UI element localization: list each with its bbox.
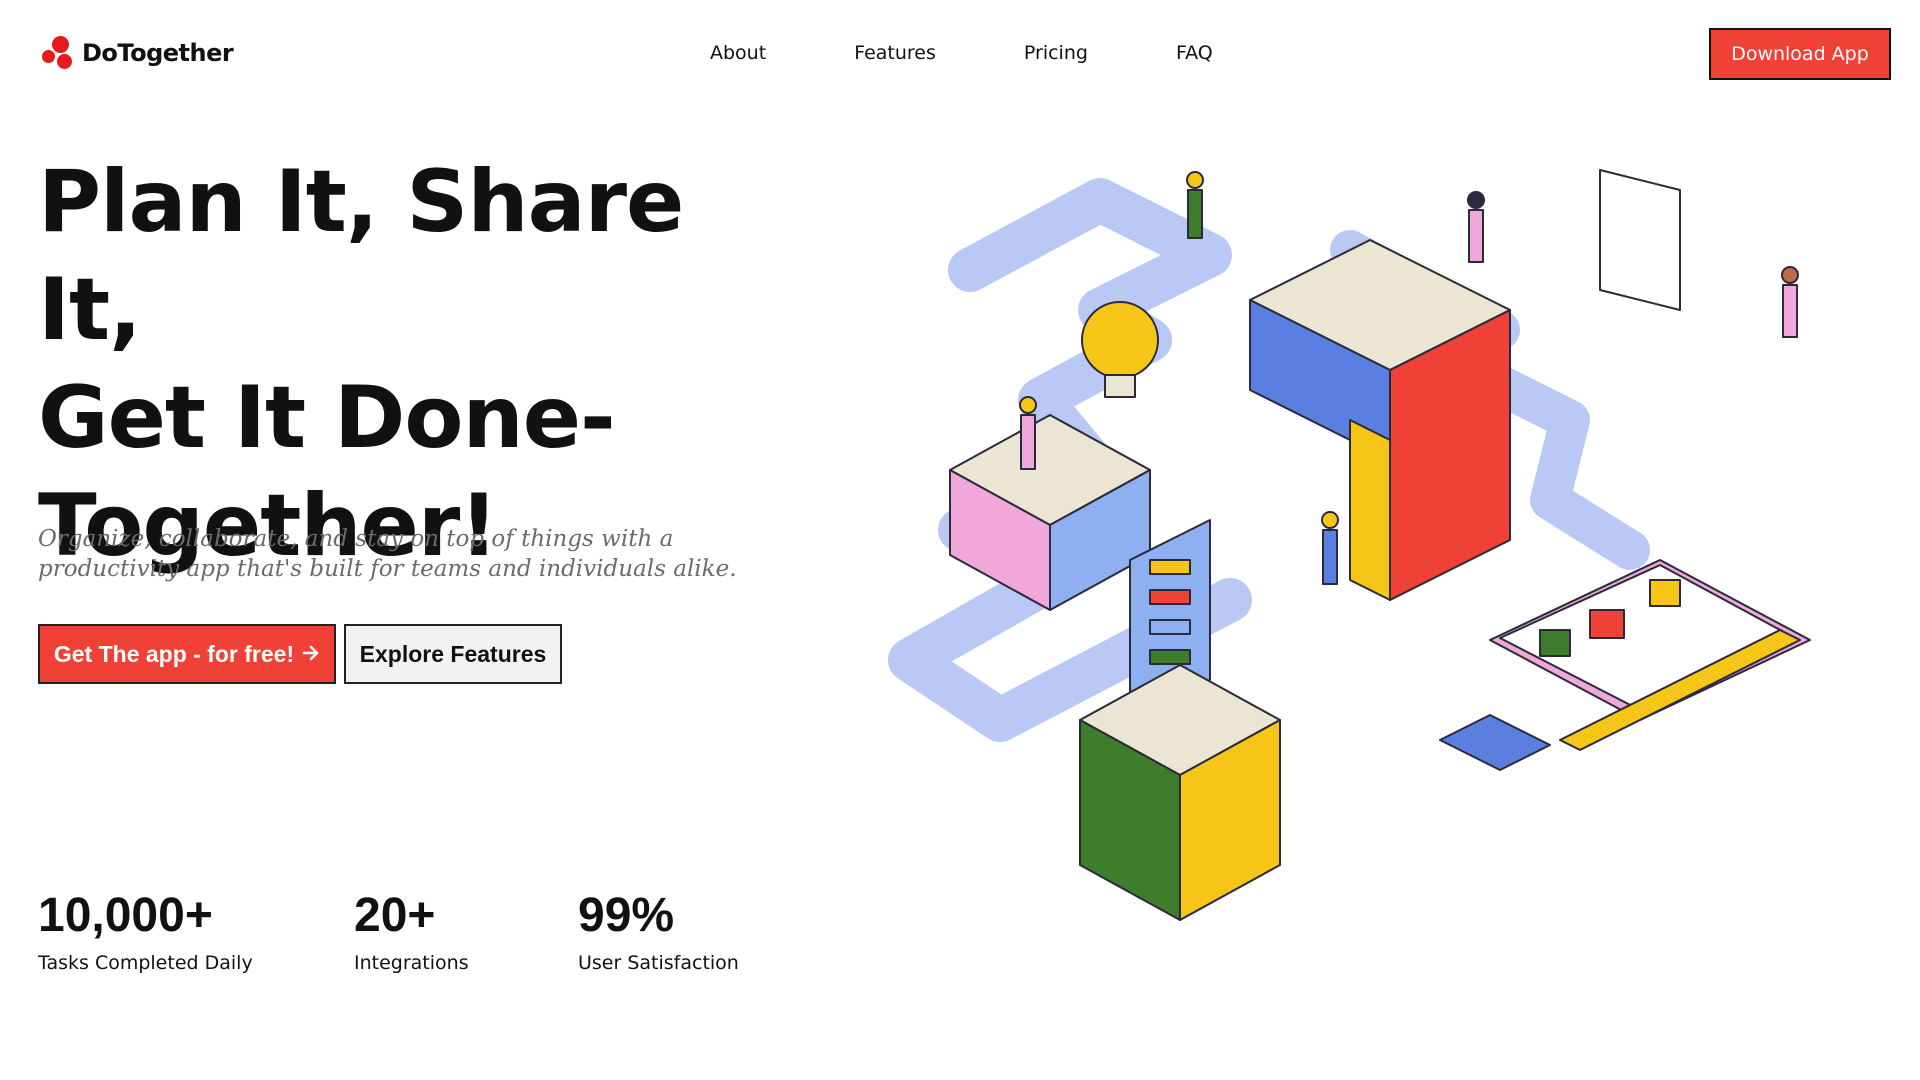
hero-title: Plan It, Share It, Get It Done- Together… bbox=[38, 148, 798, 580]
hero-title-line: Get It Done- bbox=[38, 368, 616, 468]
hero-subtitle-line: productivity app that's built for teams … bbox=[38, 556, 737, 582]
stat-value: 20+ bbox=[354, 889, 436, 942]
stat-label: Integrations bbox=[354, 952, 469, 974]
logo-dots-icon bbox=[42, 36, 76, 70]
stat-tasks: 10,000+ Tasks Completed Daily bbox=[38, 888, 253, 974]
nav-item-pricing[interactable]: Pricing bbox=[1024, 42, 1088, 64]
stat-value: 10,000+ bbox=[38, 889, 213, 942]
nav-item-features[interactable]: Features bbox=[854, 42, 936, 64]
arrow-right-icon bbox=[302, 641, 320, 668]
get-app-button[interactable]: Get The app - for free! bbox=[38, 624, 336, 684]
stat-label: User Satisfaction bbox=[578, 952, 739, 974]
main-nav: About Features Pricing FAQ bbox=[710, 42, 1301, 64]
stat-value: 99% bbox=[578, 889, 675, 942]
hero-subtitle-line: Organize, collaborate, and stay on top o… bbox=[38, 526, 674, 552]
download-app-button[interactable]: Download App bbox=[1709, 28, 1891, 80]
explore-features-button[interactable]: Explore Features bbox=[344, 624, 562, 684]
get-app-label: Get The app - for free! bbox=[53, 640, 295, 667]
stat-satisfaction: 99% User Satisfaction bbox=[578, 888, 739, 974]
stat-label: Tasks Completed Daily bbox=[38, 952, 253, 974]
hero-subtitle: Organize, collaborate, and stay on top o… bbox=[38, 524, 758, 584]
nav-item-about[interactable]: About bbox=[710, 42, 766, 64]
logo[interactable]: DoTogether bbox=[42, 36, 234, 70]
isometric-teamwork-illustration bbox=[850, 160, 1860, 940]
brand-name: DoTogether bbox=[82, 39, 234, 67]
hero-title-line: Plan It, Share It, bbox=[38, 152, 684, 360]
stat-integrations: 20+ Integrations bbox=[354, 888, 469, 974]
nav-item-faq[interactable]: FAQ bbox=[1176, 42, 1213, 64]
